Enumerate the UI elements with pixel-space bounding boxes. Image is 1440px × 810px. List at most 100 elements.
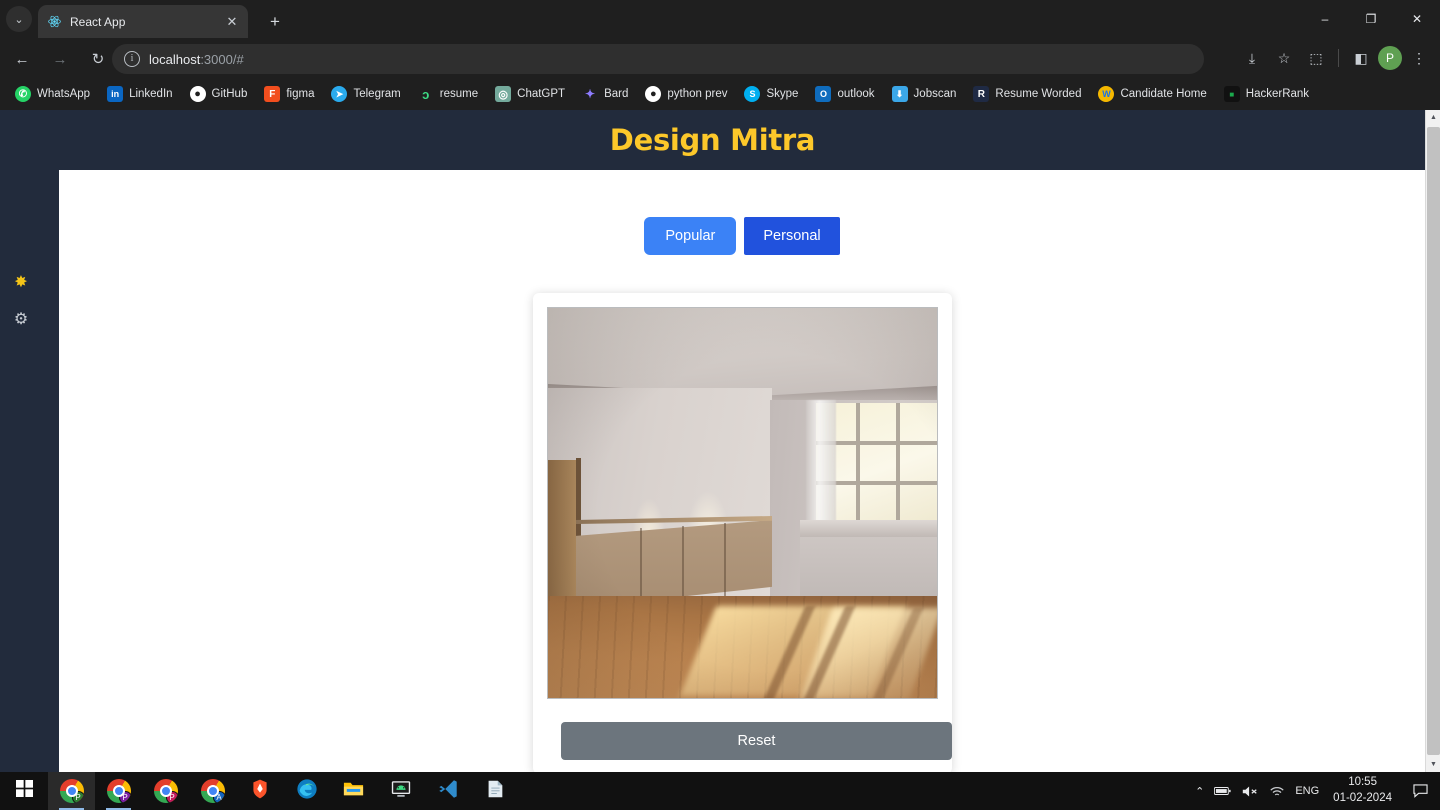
bookmark-chatgpt[interactable]: ◎ ChatGPT [488, 83, 572, 105]
url-path: :3000/# [200, 51, 244, 67]
wifi-icon[interactable] [1269, 785, 1285, 798]
bookmark-skype[interactable]: S Skype [737, 83, 805, 105]
reset-button[interactable]: Reset [561, 722, 952, 760]
toolbar-divider [1338, 49, 1339, 67]
maximize-icon[interactable]: ❐ [1348, 0, 1394, 38]
bookmark-resume-worded[interactable]: R Resume Worded [966, 83, 1088, 105]
reload-icon[interactable]: ↻ [82, 43, 114, 75]
chrome-icon: A [200, 779, 225, 803]
profile-avatar[interactable]: P [1378, 46, 1402, 70]
start-button[interactable] [0, 772, 48, 810]
scroll-down-icon[interactable]: ▼ [1426, 757, 1440, 772]
tray-chevron-up-icon[interactable]: ⌃ [1195, 785, 1204, 798]
chatgpt-icon: ◎ [495, 86, 512, 102]
profile-badge: P [71, 791, 84, 803]
taskbar-notepad[interactable] [471, 772, 518, 810]
bookmark-resume[interactable]: ɔ resume [411, 83, 485, 105]
chrome-icon: P [106, 779, 131, 803]
taskbar-apps: P P P A [48, 772, 518, 810]
react-logo-icon [46, 14, 62, 30]
bookmark-star-icon[interactable]: ☆ [1269, 43, 1299, 73]
github-icon: ● [645, 86, 662, 102]
brave-lion-icon [249, 778, 271, 805]
vignette [548, 308, 937, 698]
main-content: Popular Personal Reset [59, 170, 1425, 772]
profile-badge: P [118, 791, 131, 803]
minimize-icon[interactable]: – [1302, 0, 1348, 38]
bookmark-linkedin[interactable]: in LinkedIn [100, 83, 179, 105]
bookmark-github[interactable]: ● GitHub [183, 83, 255, 105]
close-icon[interactable]: ✕ [224, 14, 240, 30]
github-icon: ● [189, 86, 206, 102]
candidate-home-icon: W [1098, 86, 1115, 102]
bookmark-figma[interactable]: Ffigma [257, 83, 321, 105]
notifications-icon[interactable] [1406, 772, 1434, 810]
back-icon[interactable]: ← [6, 43, 38, 75]
bard-icon: ✦ [585, 87, 596, 101]
language-indicator[interactable]: ENG [1295, 785, 1319, 797]
browser-window: ⌄ React App ✕ + – ❐ ✕ ← → ↻ i localhost:… [0, 0, 1440, 772]
category-tabs: Popular Personal [59, 217, 1425, 255]
skype-icon: S [744, 86, 761, 102]
extensions-icon[interactable]: ⬚ [1301, 43, 1331, 73]
profile-badge: A [212, 791, 225, 803]
forward-icon[interactable]: → [44, 43, 76, 75]
telegram-icon: ➤ [331, 86, 348, 102]
taskbar-vscode[interactable] [424, 772, 471, 810]
clock-date: 01-02-2024 [1333, 792, 1392, 804]
tab-popular[interactable]: Popular [644, 217, 737, 255]
taskbar-chrome-p-green[interactable]: P [48, 772, 95, 810]
bookmark-hackerrank[interactable]: ■ HackerRank [1217, 83, 1316, 105]
page-title: Design Mitra [609, 123, 816, 157]
taskbar-edge[interactable] [283, 772, 330, 810]
bookmark-whatsapp[interactable]: ✆ WhatsApp [8, 83, 97, 105]
taskbar-chrome-a-blue[interactable]: A [189, 772, 236, 810]
linkedin-icon: in [107, 86, 124, 102]
side-panel-icon[interactable]: ◧ [1346, 43, 1376, 73]
page-scrollbar[interactable]: ▲ ▼ [1425, 110, 1440, 772]
resume-icon: ɔ [422, 86, 430, 102]
whatsapp-icon: ✆ [15, 86, 31, 102]
visual-studio-code-icon [437, 778, 459, 805]
browser-toolbar: ← → ↻ i localhost:3000/# ⤓ ☆ ⬚ ◧ P ⋮ [0, 38, 1440, 80]
taskbar-chrome-p-pink[interactable]: P [142, 772, 189, 810]
taskbar-file-explorer[interactable] [330, 772, 377, 810]
install-app-icon[interactable]: ⤓ [1237, 43, 1267, 73]
jobscan-icon: ⬇ [891, 86, 908, 102]
volume-muted-icon[interactable] [1241, 785, 1259, 798]
toolbar-actions: ⤓ ☆ ⬚ ◧ P ⋮ [1237, 43, 1434, 73]
settings-gear-icon[interactable]: ⚙ [11, 309, 31, 329]
chevron-down-icon: ⌄ [14, 13, 24, 26]
address-bar[interactable]: i localhost:3000/# [112, 44, 1204, 74]
clock[interactable]: 10:55 01-02-2024 [1329, 775, 1396, 806]
system-tray: ⌃ ENG 10:55 01-02-2024 [1195, 772, 1440, 810]
bookmark-outlook[interactable]: Ooutlook [808, 83, 881, 105]
scrollbar-thumb[interactable] [1427, 127, 1440, 755]
battery-icon[interactable] [1214, 785, 1231, 797]
taskbar-android-studio[interactable] [377, 772, 424, 810]
room-preview-image[interactable] [547, 307, 938, 699]
url-host: localhost [149, 51, 201, 67]
url-text: localhost:3000/# [149, 52, 244, 67]
new-tab-button[interactable]: + [262, 9, 288, 35]
chrome-icon: P [59, 779, 84, 803]
bookmark-python-prev[interactable]: ● python prev [638, 83, 734, 105]
site-info-icon[interactable]: i [124, 51, 140, 67]
bookmark-jobscan[interactable]: ⬇ Jobscan [885, 83, 964, 105]
bookmark-bard[interactable]: ✦ Bard [575, 83, 635, 105]
taskbar-chrome-p-purple[interactable]: P [95, 772, 142, 810]
bookmarks-bar: ✆ WhatsApp in LinkedIn ● GitHub Ffigma ➤ Tel… [0, 80, 1440, 108]
window-close-icon[interactable]: ✕ [1394, 0, 1440, 38]
notepad-icon [484, 778, 506, 805]
favorites-star-icon[interactable]: ✸ [11, 272, 31, 292]
taskbar-brave[interactable] [236, 772, 283, 810]
chrome-menu-icon[interactable]: ⋮ [1404, 43, 1434, 73]
windows-taskbar: P P P A ⌃ ENG 10:55 01-02-2024 [0, 772, 1440, 810]
bookmark-telegram[interactable]: ➤ Telegram [324, 83, 407, 105]
scroll-up-icon[interactable]: ▲ [1426, 110, 1440, 125]
tab-search-button[interactable]: ⌄ [6, 6, 32, 32]
tab-personal[interactable]: Personal [744, 217, 840, 255]
bookmark-candidate-home[interactable]: W Candidate Home [1091, 83, 1213, 105]
windows-logo-icon [15, 780, 33, 802]
browser-tab[interactable]: React App ✕ [38, 5, 248, 38]
